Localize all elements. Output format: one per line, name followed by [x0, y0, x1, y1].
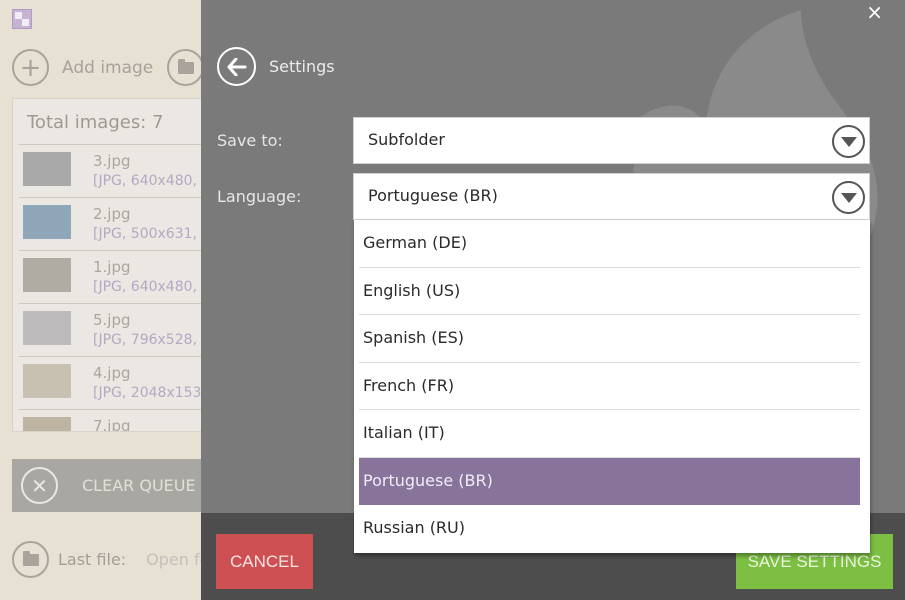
save-to-label: Save to:	[217, 131, 283, 150]
close-circle-icon: ✕	[21, 467, 58, 504]
save-to-select[interactable]: Subfolder	[353, 117, 870, 164]
queue-item[interactable]: 4.jpg [JPG, 2048x153	[19, 357, 211, 410]
app-logo-icon	[12, 9, 32, 29]
queue-item-name: 4.jpg	[93, 364, 131, 382]
last-file-row: Last file: Open fo	[12, 541, 209, 578]
queue-item-name: 2.jpg	[93, 205, 131, 223]
language-label: Language:	[217, 187, 302, 206]
arrow-left-icon	[217, 47, 256, 86]
settings-panel: × Settings Save to: Subfolder Language: …	[201, 0, 905, 600]
language-select[interactable]: Portuguese (BR)	[353, 173, 870, 220]
image-thumbnail	[23, 311, 71, 345]
close-icon[interactable]: ×	[866, 2, 883, 22]
clear-queue-button[interactable]: ✕ CLEAR QUEUE	[12, 459, 212, 512]
language-dropdown-list: German (DE) English (US) Spanish (ES) Frenc…	[354, 220, 870, 553]
clear-queue-label: CLEAR QUEUE	[82, 476, 196, 495]
language-option[interactable]: German (DE)	[359, 220, 860, 268]
queue-item[interactable]: 1.jpg [JPG, 640x480,	[19, 251, 211, 304]
queue-item-meta: [JPG, 640x480,	[93, 279, 197, 295]
queue-item[interactable]: 5.jpg [JPG, 796x528,	[19, 304, 211, 357]
queue-item-name: 7.jpg	[93, 417, 131, 432]
chevron-down-icon	[832, 181, 865, 214]
queue-item[interactable]: 3.jpg [JPG, 640x480,	[19, 145, 211, 198]
language-option[interactable]: Portuguese (BR)	[359, 457, 860, 505]
queue-item-name: 1.jpg	[93, 258, 131, 276]
open-folder-button[interactable]	[167, 49, 204, 86]
queue-item-meta: [JPG, 2048x153	[93, 385, 202, 401]
plus-icon: +	[12, 49, 49, 86]
folder-icon	[22, 550, 39, 566]
folder-icon	[177, 58, 194, 74]
queue-item-name: 5.jpg	[93, 311, 131, 329]
image-queue: Total images: 7 3.jpg [JPG, 640x480, 2.jpg…	[12, 98, 212, 432]
queue-item-meta: [JPG, 500x631,	[93, 226, 197, 242]
language-option[interactable]: Spanish (ES)	[359, 315, 860, 363]
language-option[interactable]: Italian (IT)	[359, 410, 860, 458]
language-option[interactable]: Russian (RU)	[359, 505, 860, 553]
language-option[interactable]: English (US)	[359, 268, 860, 315]
back-button[interactable]: Settings	[217, 47, 335, 86]
chevron-down-icon	[832, 125, 865, 158]
queue-item[interactable]: 7.jpg	[19, 410, 211, 432]
image-thumbnail	[23, 364, 71, 398]
open-last-file-button[interactable]	[12, 541, 49, 578]
save-to-value: Subfolder	[368, 130, 445, 149]
image-thumbnail	[23, 417, 71, 431]
queue-item-meta: [JPG, 640x480,	[93, 173, 197, 189]
queue-item-meta: [JPG, 796x528,	[93, 332, 197, 348]
open-folder-link[interactable]: Open fo	[146, 550, 209, 569]
total-images-label: Total images: 7	[19, 99, 211, 145]
image-thumbnail	[23, 205, 71, 239]
queue-item[interactable]: 2.jpg [JPG, 500x631,	[19, 198, 211, 251]
image-thumbnail	[23, 258, 71, 292]
language-option[interactable]: French (FR)	[359, 363, 860, 410]
add-image-label: Add image	[62, 57, 154, 78]
image-thumbnail	[23, 152, 71, 186]
queue-item-name: 3.jpg	[93, 152, 131, 170]
cancel-button[interactable]: CANCEL	[216, 534, 313, 589]
add-image-button[interactable]: + Add image	[12, 49, 153, 86]
language-value: Portuguese (BR)	[368, 186, 498, 205]
last-file-label: Last file:	[58, 550, 127, 569]
settings-title: Settings	[269, 57, 335, 76]
